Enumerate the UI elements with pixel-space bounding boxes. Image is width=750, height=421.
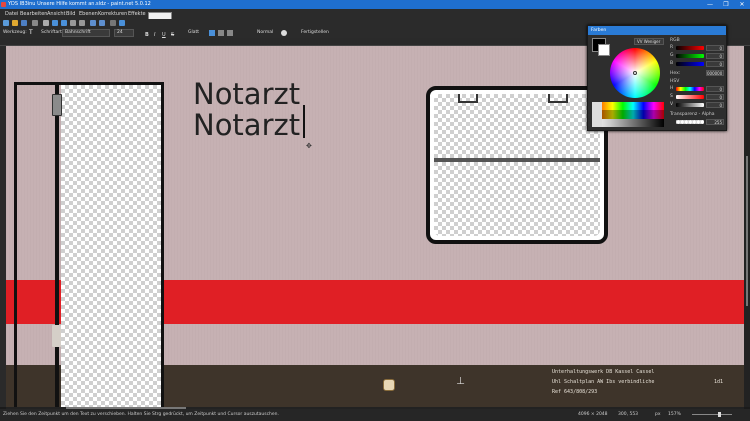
window-title: YDS IB3inu Unsere Hilfe kommt an.sldz - …	[8, 1, 151, 7]
vertical-scrollbar[interactable]	[744, 46, 750, 407]
tool-label: Werkzeug:	[3, 30, 27, 35]
redo-icon[interactable]	[99, 20, 105, 26]
door-window-transparent	[61, 85, 161, 407]
window-frame	[426, 86, 608, 244]
notarzt-text-1[interactable]: Notarzt	[193, 79, 300, 109]
hex-value[interactable]: 000000	[706, 70, 724, 76]
zoom-slider-thumb[interactable]	[718, 412, 721, 417]
floor-lamp-icon	[383, 379, 395, 391]
menu-edit[interactable]: Bearbeiten	[20, 9, 47, 19]
align-right-icon[interactable]	[227, 30, 233, 36]
b-label: B	[670, 61, 674, 66]
floor-connector-icon: ⊥	[456, 376, 465, 387]
secondary-color-swatch[interactable]	[598, 44, 610, 56]
undo-icon[interactable]	[90, 20, 96, 26]
alpha-value[interactable]: 255	[706, 119, 724, 125]
close-button[interactable]: ✕	[734, 0, 750, 9]
zoom-level[interactable]: 157%	[668, 409, 681, 421]
crop-icon[interactable]	[70, 20, 76, 26]
align-center-icon[interactable]	[218, 30, 224, 36]
menu-image[interactable]: Bild	[66, 9, 75, 19]
save-icon[interactable]	[21, 20, 27, 26]
more-less-dropdown[interactable]: VV Weniger	[634, 38, 664, 45]
image-size: 4096 × 2048	[578, 412, 608, 417]
hsv-label: HSV	[670, 79, 680, 84]
text-cursor	[303, 105, 305, 138]
menu-file[interactable]: Datei	[5, 9, 18, 19]
notarzt-text-2[interactable]: Notarzt	[193, 110, 300, 140]
footer-line-1: Unterhaltungswerk DB Kassel Cassel	[552, 369, 655, 375]
alpha-label: Transparenz - Alpha	[670, 112, 715, 117]
font-size-select[interactable]: 24	[114, 29, 134, 37]
move-handle-icon[interactable]: ✥	[306, 143, 312, 150]
font-label: Schriftart	[41, 30, 62, 35]
blend-mode-select[interactable]: Normal	[257, 28, 273, 38]
palette-swatches[interactable]	[592, 102, 664, 127]
door-hinge	[52, 325, 61, 347]
color-wheel[interactable]	[610, 48, 660, 98]
zoom-slider[interactable]	[692, 414, 732, 415]
unit-select[interactable]: px	[655, 409, 661, 421]
copy-icon[interactable]	[52, 20, 58, 26]
green-slider[interactable]	[676, 54, 704, 58]
print-icon[interactable]	[32, 20, 38, 26]
saturation-slider[interactable]	[676, 95, 704, 99]
window-latch-left	[458, 94, 478, 103]
new-icon[interactable]	[3, 20, 9, 26]
footer-line-3: Ref 643/808/293	[552, 389, 598, 395]
window-glass-transparent	[434, 94, 600, 236]
footer-line-2: Uhl Schaltplan AW Ibs verbindliche	[552, 379, 655, 385]
grid-icon[interactable]	[110, 20, 116, 26]
v-label: V	[670, 102, 674, 107]
ruler-icon[interactable]	[119, 20, 125, 26]
status-bar: Ziehen Sie den Zeitpunkt um den Text zu …	[0, 409, 750, 421]
paste-icon[interactable]	[61, 20, 67, 26]
align-left-icon[interactable]	[209, 30, 215, 36]
alpha-slider[interactable]	[676, 120, 704, 124]
value-slider[interactable]	[676, 103, 704, 107]
menu-adjustments[interactable]: Korrekturen	[98, 9, 127, 19]
text-tool-icon[interactable]: T	[29, 30, 35, 36]
value-value[interactable]: 0	[706, 102, 724, 108]
title-bar: YDS IB3inu Unsere Hilfe kommt an.sldz - …	[0, 0, 750, 9]
open-icon[interactable]	[12, 20, 18, 26]
selection-mode-icon[interactable]	[281, 30, 287, 36]
rgb-label: RGB	[670, 38, 680, 43]
menu-layers[interactable]: Ebenen	[79, 9, 98, 19]
cut-icon[interactable]	[43, 20, 49, 26]
colors-window: Farben VV Weniger RGB R 0 G 0 B 0 Hex: 0…	[587, 25, 727, 131]
menu-view[interactable]: Ansicht	[47, 9, 65, 19]
font-select[interactable]: Bahnschrift	[62, 29, 110, 37]
red-value[interactable]: 0	[706, 45, 724, 51]
cursor-position: 300, 553	[618, 412, 639, 417]
finish-button[interactable]: Fertigstellen	[301, 28, 329, 38]
status-hint: Ziehen Sie den Zeitpunkt um den Text zu …	[3, 412, 279, 417]
s-label: S	[670, 94, 673, 99]
h-label: H	[670, 86, 674, 91]
saturation-value[interactable]: 0	[706, 94, 724, 100]
footer-number: 1d1	[714, 379, 724, 385]
door-handle	[52, 94, 62, 116]
deselect-icon[interactable]	[79, 20, 85, 26]
menu-bar: Datei Bearbeiten Ansicht Bild Ebenen Kor…	[0, 9, 750, 26]
paintnet-app-icon	[1, 2, 6, 7]
g-label: G	[670, 53, 674, 58]
blue-value[interactable]: 0	[706, 61, 724, 67]
door-divider	[55, 82, 59, 407]
hue-slider[interactable]	[676, 87, 704, 91]
green-value[interactable]: 0	[706, 53, 724, 59]
window-crossbar	[434, 158, 600, 162]
minimize-button[interactable]: —	[702, 0, 718, 9]
maximize-button[interactable]: ❐	[718, 0, 734, 9]
blue-slider[interactable]	[676, 62, 704, 66]
menu-effects[interactable]: Effekte	[128, 9, 146, 19]
hue-value[interactable]: 0	[706, 86, 724, 92]
red-slider[interactable]	[676, 46, 704, 50]
r-label: R	[670, 45, 674, 50]
hex-label: Hex:	[670, 71, 681, 76]
antialias-label[interactable]: Glatt	[188, 28, 199, 38]
window-latch-right	[548, 94, 568, 103]
palette-bw-column[interactable]	[592, 102, 602, 127]
colors-window-title[interactable]: Farben	[588, 26, 726, 35]
